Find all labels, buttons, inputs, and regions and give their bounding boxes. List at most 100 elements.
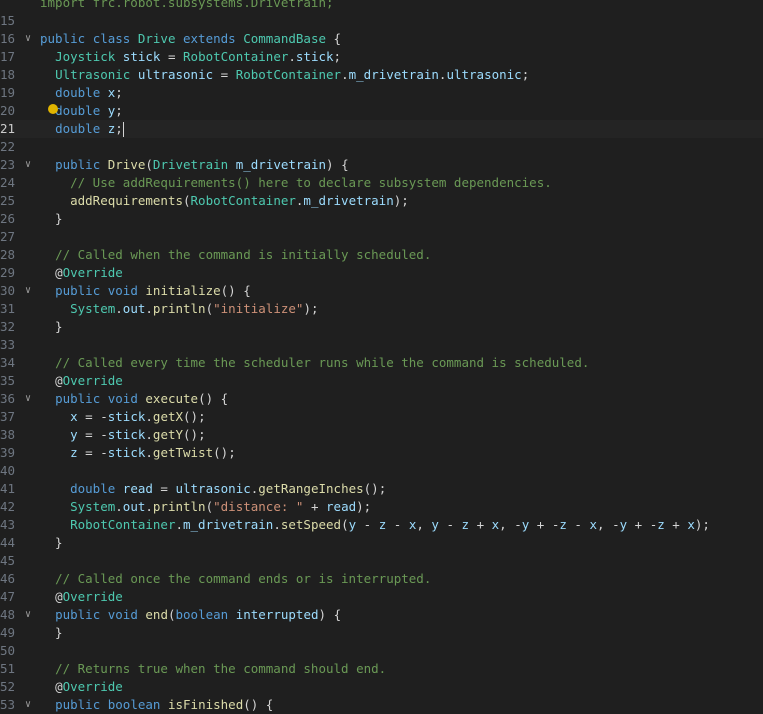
code-token: read	[326, 499, 357, 514]
code-line[interactable]: 40	[0, 462, 763, 480]
code-line[interactable]: 32 }	[0, 318, 763, 336]
code-line[interactable]: 25 addRequirements(RobotContainer.m_driv…	[0, 192, 763, 210]
code-line[interactable]: 24 // Use addRequirements() here to decl…	[0, 174, 763, 192]
line-number: 29	[0, 265, 16, 280]
code-line[interactable]: 16 ∨ public class Drive extends CommandBas…	[0, 30, 763, 48]
line-number: 17	[0, 49, 16, 64]
code-line[interactable]: 46 // Called once the command ends or is…	[0, 570, 763, 588]
code-token: ;	[115, 85, 123, 100]
code-line[interactable]: 22	[0, 138, 763, 156]
code-text: System.out.println("distance: " + read);	[40, 498, 371, 516]
chevron-down-icon[interactable]: ∨	[22, 390, 34, 408]
code-line[interactable]: 35 @Override	[0, 372, 763, 390]
code-line[interactable]: 15	[0, 12, 763, 30]
code-token: (	[145, 157, 153, 172]
code-token: RobotContainer	[70, 517, 176, 532]
code-line[interactable]: 39 z = -stick.getTwist();	[0, 444, 763, 462]
code-text: public boolean isFinished() {	[40, 696, 273, 714]
code-line[interactable]: 53 ∨ public boolean isFinished() {	[0, 696, 763, 714]
code-line[interactable]: 20 double y;	[0, 102, 763, 120]
text-cursor	[122, 122, 124, 137]
code-token: () {	[220, 283, 251, 298]
code-line[interactable]: 18 Ultrasonic ultrasonic = RobotContaine…	[0, 66, 763, 84]
code-line[interactable]: import frc.robot.subsystems.Drivetrain;	[0, 0, 763, 12]
chevron-down-icon[interactable]: ∨	[22, 156, 34, 174]
code-line[interactable]: 26 }	[0, 210, 763, 228]
chevron-down-icon[interactable]: ∨	[22, 282, 34, 300]
code-line[interactable]: 28 // Called when the command is initial…	[0, 246, 763, 264]
code-token: z	[559, 517, 567, 532]
code-text: System.out.println("initialize");	[40, 300, 318, 318]
code-line[interactable]: 45	[0, 552, 763, 570]
code-token: ) {	[326, 157, 349, 172]
code-token: );	[393, 193, 409, 208]
code-line[interactable]: 27	[0, 228, 763, 246]
line-number: 52	[0, 679, 16, 694]
code-token: double	[55, 103, 108, 118]
code-line[interactable]: 31 System.out.println("initialize");	[0, 300, 763, 318]
code-text: }	[40, 624, 63, 642]
code-text: x = -stick.getX();	[40, 408, 206, 426]
code-token: =	[152, 481, 176, 496]
code-token: .	[145, 427, 153, 442]
code-text: double x;	[40, 84, 123, 102]
code-token: getX	[152, 409, 184, 424]
code-token: Joystick	[55, 49, 123, 64]
code-line[interactable]: 29 @Override	[0, 264, 763, 282]
code-token: , -	[499, 517, 522, 532]
line-number: 34	[0, 355, 16, 370]
code-line[interactable]: 42 System.out.println("distance: " + rea…	[0, 498, 763, 516]
code-line[interactable]: 50	[0, 642, 763, 660]
code-line[interactable]: 19 double x;	[0, 84, 763, 102]
code-line[interactable]: 21 double z;	[0, 120, 763, 138]
chevron-down-icon[interactable]: ∨	[22, 30, 34, 48]
code-line[interactable]: 37 x = -stick.getX();	[0, 408, 763, 426]
code-line[interactable]: 30 ∨ public void initialize() {	[0, 282, 763, 300]
code-line[interactable]: 48 ∨ public void end(boolean interrupted)…	[0, 606, 763, 624]
code-text: // Returns true when the command should …	[40, 660, 386, 678]
code-line[interactable]: 52 @Override	[0, 678, 763, 696]
code-line[interactable]: 33	[0, 336, 763, 354]
line-number: 44	[0, 535, 16, 550]
code-line[interactable]: 36 ∨ public void execute() {	[0, 390, 763, 408]
code-editor[interactable]: import frc.robot.subsystems.Drivetrain; 1…	[0, 0, 763, 712]
code-token: =	[213, 67, 236, 82]
lightbulb-icon[interactable]	[48, 104, 58, 114]
code-line[interactable]: 43 RobotContainer.m_drivetrain.setSpeed(…	[0, 516, 763, 534]
code-line[interactable]: 44 }	[0, 534, 763, 552]
code-line[interactable]: 38 y = -stick.getY();	[0, 426, 763, 444]
line-number: 43	[0, 517, 16, 532]
code-line[interactable]: 41 double read = ultrasonic.getRangeInch…	[0, 480, 763, 498]
code-token: boolean	[175, 607, 236, 622]
line-number: 47	[0, 589, 16, 604]
code-token: initialize	[145, 283, 221, 298]
code-token: () {	[198, 391, 229, 406]
line-number: 35	[0, 373, 16, 388]
code-line[interactable]: 23 ∨ public Drive(Drivetrain m_drivetrain…	[0, 156, 763, 174]
code-token: stick	[295, 49, 334, 64]
chevron-down-icon[interactable]: ∨	[22, 696, 34, 714]
code-token: (	[205, 499, 214, 514]
code-line[interactable]: 49 }	[0, 624, 763, 642]
code-token: out	[122, 301, 146, 316]
chevron-down-icon[interactable]: ∨	[22, 606, 34, 624]
line-number: 25	[0, 193, 16, 208]
code-line[interactable]: 47 @Override	[0, 588, 763, 606]
code-token: double	[70, 481, 123, 496]
code-line[interactable]: 17 Joystick stick = RobotContainer.stick…	[0, 48, 763, 66]
code-token: Override	[62, 265, 123, 280]
code-line[interactable]: 34 // Called every time the scheduler ru…	[0, 354, 763, 372]
code-text: import frc.robot.subsystems.Drivetrain;	[40, 0, 334, 12]
code-line[interactable]: 51 // Returns true when the command shou…	[0, 660, 763, 678]
code-token: -	[438, 517, 462, 532]
code-token: stick	[107, 409, 146, 424]
